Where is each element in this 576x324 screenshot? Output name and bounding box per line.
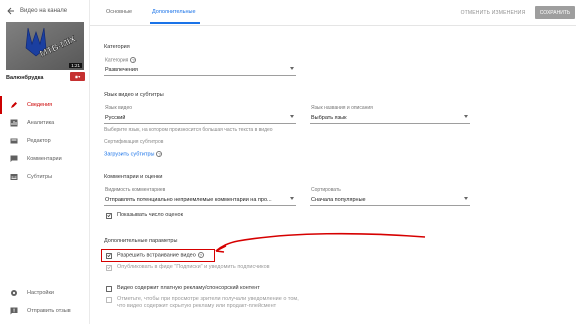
annotation-arrow <box>215 232 426 253</box>
